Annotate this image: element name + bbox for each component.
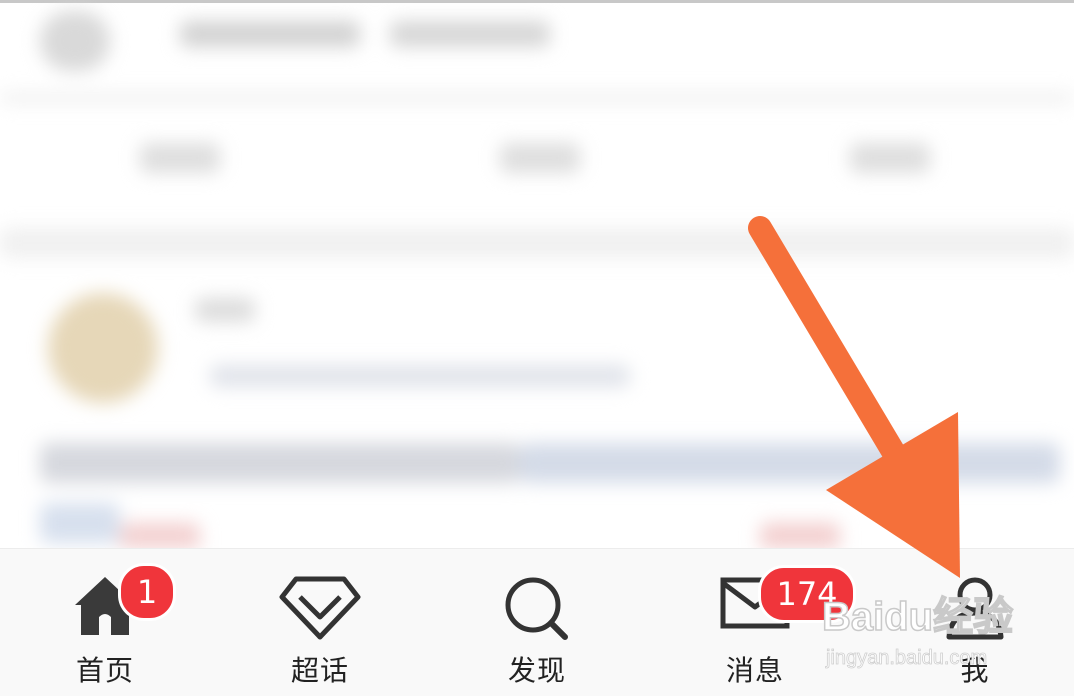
arrow-annotation — [748, 216, 960, 578]
